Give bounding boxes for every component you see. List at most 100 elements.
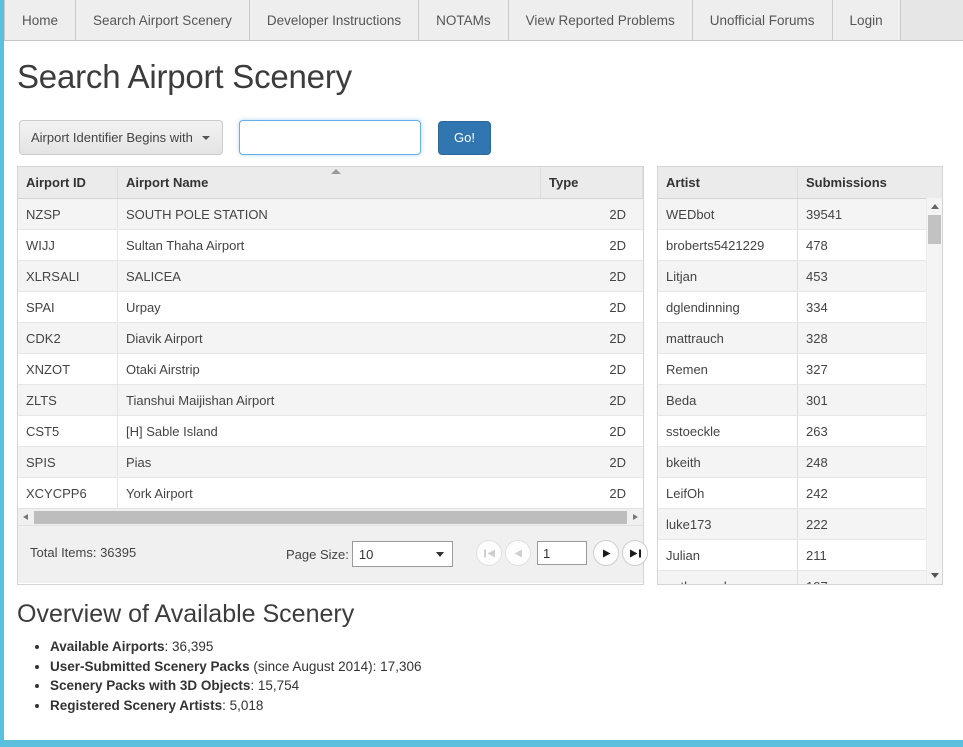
scroll-down-icon[interactable] <box>927 568 942 583</box>
nav-tab-view-reported-problems[interactable]: View Reported Problems <box>508 0 693 40</box>
overview-item: Available Airports: 36,395 <box>50 637 937 657</box>
airport-id-cell: CDK2 <box>18 323 118 353</box>
column-header-artist[interactable]: Artist <box>658 167 798 198</box>
nav-filler <box>900 0 963 40</box>
total-items-label: Total Items: 36395 <box>30 545 137 560</box>
search-input[interactable] <box>239 120 421 155</box>
list-item[interactable]: broberts5421229 478 <box>658 230 942 261</box>
last-page-button[interactable] <box>622 540 648 566</box>
airport-name-cell: SOUTH POLE STATION <box>126 206 268 222</box>
table-row[interactable]: WIJJ Sultan Thaha Airport 2D <box>18 230 643 261</box>
nav-tab-unofficial-forums[interactable]: Unofficial Forums <box>692 0 833 40</box>
nav-tab-login[interactable]: Login <box>832 0 901 40</box>
airport-id-cell: NZSP <box>18 199 118 229</box>
first-page-button[interactable] <box>476 540 502 566</box>
airport-id-cell: XNZOT <box>18 354 118 384</box>
artist-name-cell: luke173 <box>658 509 798 539</box>
artist-submissions-cell: 263 <box>806 423 828 439</box>
table-row[interactable]: SPAI Urpay 2D <box>18 292 643 323</box>
scroll-left-icon[interactable] <box>18 509 33 525</box>
previous-page-button[interactable] <box>505 540 531 566</box>
horizontal-scroll-thumb[interactable] <box>34 510 627 524</box>
scroll-up-icon[interactable] <box>927 199 942 214</box>
nav-tab-search-airport-scenery[interactable]: Search Airport Scenery <box>76 0 250 40</box>
airport-grid-pager: Total Items: 36395 Page Size: 10 <box>18 525 648 583</box>
airport-type-cell: 2D <box>609 392 626 408</box>
list-item[interactable]: Litjan 453 <box>658 261 942 292</box>
airport-type-cell: 2D <box>609 454 626 470</box>
artist-panel-header: Artist Submissions <box>658 167 942 199</box>
artist-panel-vertical-scrollbar[interactable] <box>926 198 942 584</box>
artist-name-cell: anthony_d <box>658 571 798 584</box>
pager-buttons <box>476 540 648 566</box>
artist-name-cell: WEDbot <box>658 199 798 229</box>
table-row[interactable]: XLRSALI SALICEA 2D <box>18 261 643 292</box>
overview-item: Scenery Packs with 3D Objects: 15,754 <box>50 676 937 696</box>
table-row[interactable]: XNZOT Otaki Airstrip 2D <box>18 354 643 385</box>
vertical-scroll-thumb[interactable] <box>928 215 941 244</box>
list-item[interactable]: anthony_d197 <box>658 571 942 585</box>
artist-submissions-cell: 39541 <box>806 206 843 222</box>
column-header-airport-name[interactable]: Airport Name <box>118 167 541 198</box>
scroll-right-icon[interactable] <box>628 509 643 525</box>
column-header-airport-id[interactable]: Airport ID <box>18 167 118 198</box>
airport-name-cell: Urpay <box>126 299 161 315</box>
page-size-value: 10 <box>358 546 374 562</box>
column-header-submissions[interactable]: Submissions <box>798 167 942 198</box>
list-item[interactable]: LeifOh 242 <box>658 478 942 509</box>
list-item[interactable]: bkeith 248 <box>658 447 942 478</box>
airport-type-cell: 2D <box>609 206 626 222</box>
airport-type-cell: 2D <box>609 361 626 377</box>
airport-grid-horizontal-scrollbar[interactable] <box>18 508 643 525</box>
nav-tab-notams[interactable]: NOTAMs <box>419 0 509 40</box>
artist-submissions-cell: 328 <box>806 330 828 346</box>
airport-type-cell: 2D <box>609 237 626 253</box>
page-size-label: Page Size: <box>286 546 349 562</box>
list-item[interactable]: Remen 327 <box>658 354 942 385</box>
nav-tab-developer-instructions[interactable]: Developer Instructions <box>249 0 420 40</box>
overview-section: Overview of Available Scenery Available … <box>17 600 937 715</box>
artist-submissions-cell: 248 <box>806 454 828 470</box>
artist-submissions-cell: 327 <box>806 361 828 377</box>
airport-name-cell: [H] Sable Island <box>126 423 218 439</box>
airport-grid-body: NZSP SOUTH POLE STATION 2D WIJJ Sultan Thaha… <box>18 199 643 509</box>
table-row[interactable]: XCYCPP6 York Airport 2D <box>18 478 643 509</box>
search-criteria-dropdown[interactable]: Airport Identifier Begins with <box>19 120 223 155</box>
table-row[interactable]: CST5 [H] Sable Island 2D <box>18 416 643 447</box>
page-size-select[interactable]: 10 <box>351 541 453 567</box>
column-header-type[interactable]: Type <box>541 167 643 198</box>
chevron-down-icon <box>435 551 444 557</box>
list-item[interactable]: mattrauch 328 <box>658 323 942 354</box>
overview-item: Registered Scenery Artists: 5,018 <box>50 696 937 716</box>
airport-name-cell: SALICEA <box>126 268 181 284</box>
table-row[interactable]: CDK2 Diavik Airport 2D <box>18 323 643 354</box>
artist-name-cell: Julian <box>658 540 798 570</box>
list-item[interactable]: sstoeckle 263 <box>658 416 942 447</box>
go-button[interactable]: Go! <box>438 120 491 155</box>
next-page-button[interactable] <box>593 540 619 566</box>
next-page-icon <box>602 549 610 557</box>
airport-type-cell: 2D <box>609 330 626 346</box>
artist-name-cell: bkeith <box>658 447 798 477</box>
table-row[interactable]: NZSP SOUTH POLE STATION 2D <box>18 199 643 230</box>
chevron-down-icon <box>201 135 210 140</box>
top-artists-panel: Artist Submissions WEDbot 39541 broberts54… <box>657 166 943 585</box>
list-item[interactable]: dglendinning 334 <box>658 292 942 323</box>
table-row[interactable]: ZLTS Tianshui Maijishan Airport 2D <box>18 385 643 416</box>
table-row[interactable]: SPIS Pias 2D <box>18 447 643 478</box>
page-number-input[interactable] <box>537 541 587 565</box>
overview-item-label: Available Airports <box>50 639 165 654</box>
artist-submissions-cell: 334 <box>806 299 828 315</box>
list-item[interactable]: WEDbot 39541 <box>658 199 942 230</box>
nav-tab-home[interactable]: Home <box>4 0 77 40</box>
list-item[interactable]: Julian 211 <box>658 540 942 571</box>
artist-submissions-cell: 197 <box>798 571 942 585</box>
overview-item-label: Scenery Packs with 3D Objects <box>50 678 251 693</box>
list-item[interactable]: Beda 301 <box>658 385 942 416</box>
search-criteria-label: Airport Identifier Begins with <box>31 130 193 145</box>
artist-name-cell: sstoeckle <box>658 416 798 446</box>
airport-id-cell: ZLTS <box>18 385 118 415</box>
list-item[interactable]: luke173 222 <box>658 509 942 540</box>
overview-item-note: (since August 2014) <box>249 658 373 674</box>
airport-id-cell: SPAI <box>18 292 118 322</box>
